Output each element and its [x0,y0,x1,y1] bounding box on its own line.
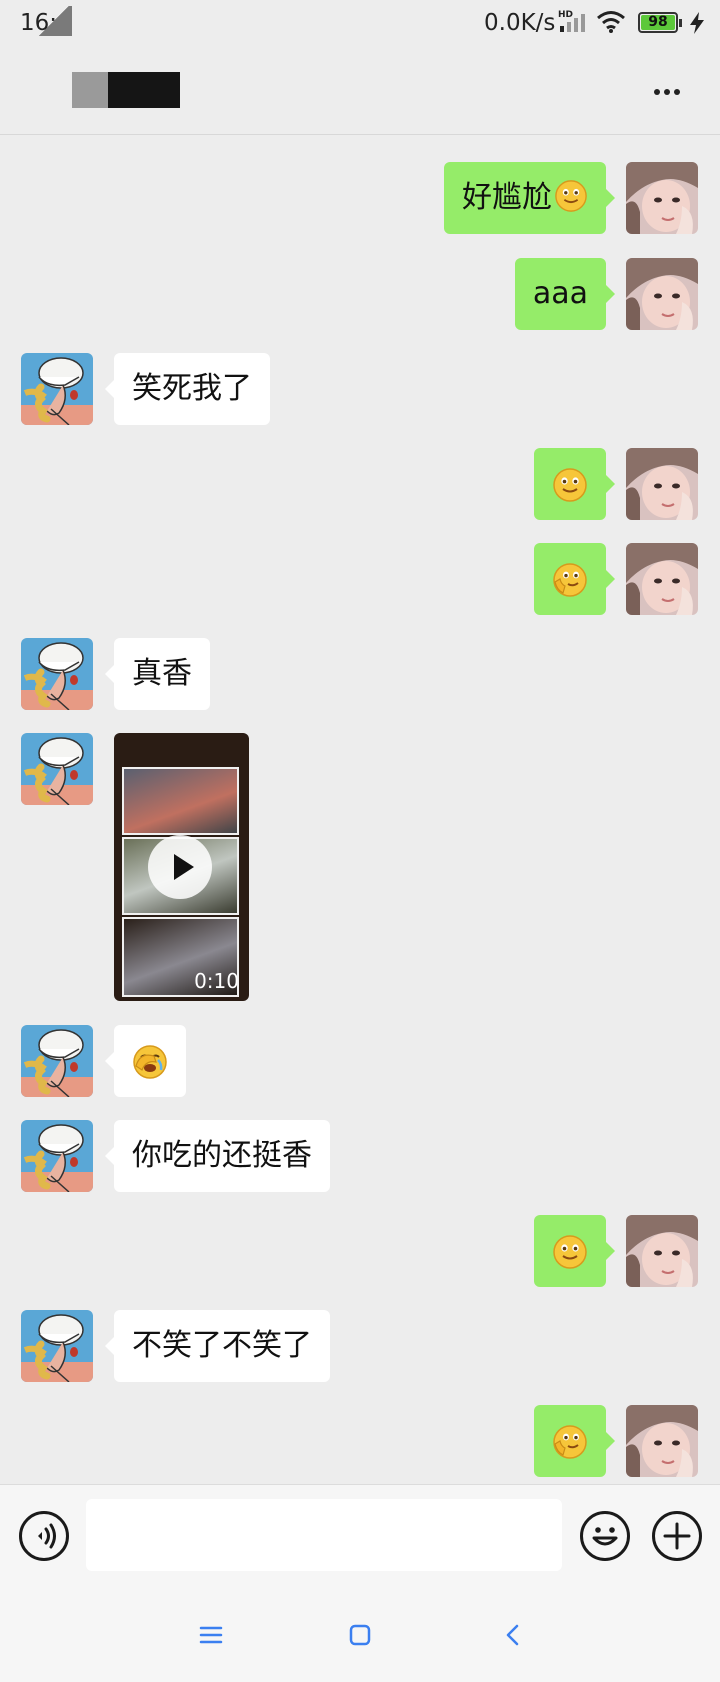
plus-icon [663,1522,691,1550]
contact-avatar[interactable] [21,1120,93,1192]
my-avatar[interactable] [626,1405,698,1477]
status-time-mask [36,6,72,36]
message-text: 好尴尬 [462,180,552,215]
chat-title-redacted [72,72,180,108]
video-thumbnail-frame [122,767,239,835]
message-bubble[interactable]: 真香 [105,638,210,710]
emoji-message-bubble[interactable] [105,1025,186,1097]
emoji-icon [592,1527,618,1546]
my-avatar[interactable] [626,543,698,615]
battery-level: 98 [641,15,675,30]
back-icon [506,1624,519,1646]
smile-emoji-icon [552,467,588,503]
message-bubble[interactable]: aaa [514,258,616,330]
shy-emoji-icon [552,1424,588,1460]
emoji-message-bubble[interactable] [534,1215,615,1287]
my-avatar[interactable] [626,258,698,330]
message-bubble[interactable]: 好尴尬 [444,162,615,234]
chat-header [0,50,720,135]
back-button[interactable] [498,1620,528,1650]
charging-icon [688,12,706,34]
more-horizontal-icon [654,89,660,95]
my-avatar[interactable] [626,1215,698,1287]
message-list[interactable]: 好尴尬 aaa 笑死我了 真香 0:10 你吃的还挺香 不笑了不笑了 [0,136,720,1484]
smile-emoji-icon [554,179,588,213]
wifi-icon [596,10,626,34]
contact-avatar[interactable] [21,1310,93,1382]
contact-avatar[interactable] [21,353,93,425]
home-icon [349,1624,371,1646]
home-button[interactable] [345,1620,375,1650]
emoji-message-bubble[interactable] [534,1405,615,1477]
more-options-button[interactable] [646,80,686,104]
contact-avatar[interactable] [21,1025,93,1097]
message-bubble[interactable]: 笑死我了 [105,353,270,425]
emoji-button[interactable] [580,1511,630,1561]
video-message[interactable]: 0:10 [114,733,249,1001]
network-speed: 0.0K/s [484,10,556,36]
menu-button[interactable] [196,1620,226,1650]
my-avatar[interactable] [626,448,698,520]
message-bubble[interactable]: 不笑了不笑了 [105,1310,330,1382]
my-avatar[interactable] [626,162,698,234]
facepalm-emoji-icon [132,1044,168,1080]
status-bar: 16: 0.0K/s HD 98 [0,0,720,50]
system-navigation-bar [0,1588,720,1682]
contact-avatar[interactable] [21,733,93,805]
emoji-message-bubble[interactable] [534,448,615,520]
shy-emoji-icon [552,562,588,598]
hd-badge: HD [558,10,573,20]
voice-icon [38,1523,56,1549]
contact-avatar[interactable] [21,638,93,710]
emoji-message-bubble[interactable] [534,543,615,615]
voice-button[interactable] [19,1511,69,1561]
video-duration: 0:10 [194,969,239,993]
battery-icon: 98 [638,12,682,33]
input-bar [0,1484,720,1588]
play-icon[interactable] [148,835,212,899]
smile-emoji-icon [552,1234,588,1270]
menu-icon [199,1626,223,1644]
message-input[interactable] [86,1499,562,1571]
cellular-signal-icon: HD [558,8,586,34]
more-actions-button[interactable] [652,1511,702,1561]
message-bubble[interactable]: 你吃的还挺香 [105,1120,330,1192]
